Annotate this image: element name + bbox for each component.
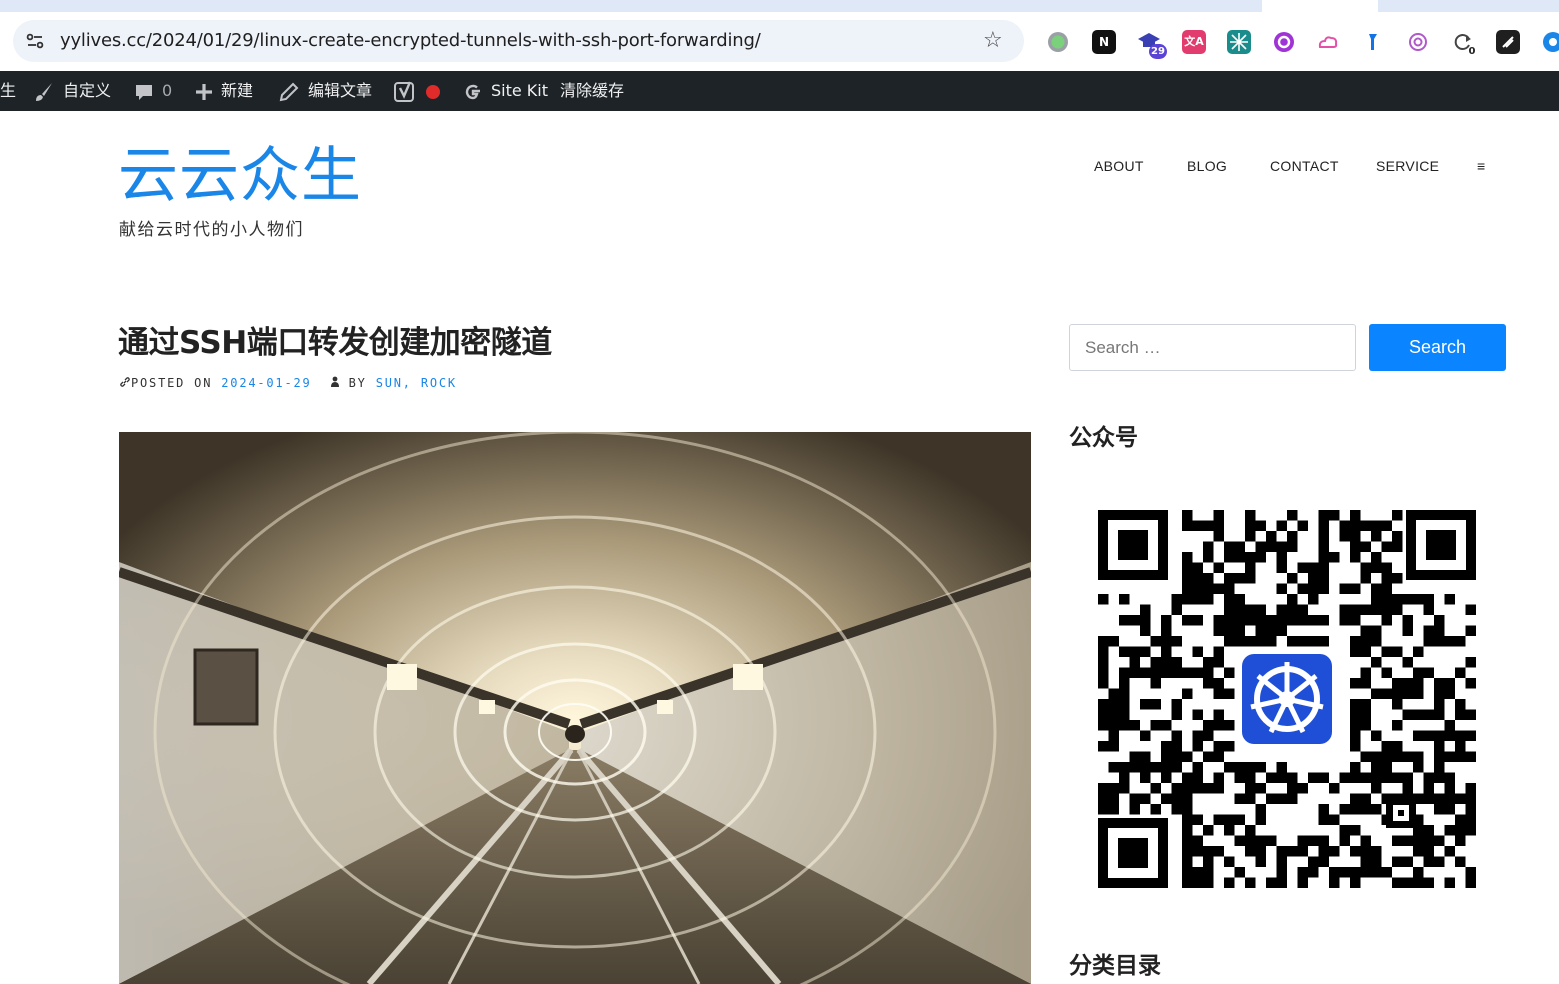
notion-icon[interactable]: N xyxy=(1092,30,1116,54)
seo-status-dot-icon xyxy=(426,84,440,99)
wechat-qr-code xyxy=(1098,510,1476,888)
green-dot-extension-icon[interactable] xyxy=(1046,30,1070,54)
site-description: 献给云时代的小人物们 xyxy=(119,220,304,240)
url-text[interactable]: yylives.cc/2024/01/29/linux-create-encry… xyxy=(60,30,761,51)
pencil-icon xyxy=(279,82,299,101)
pink-cloud-extension-icon[interactable] xyxy=(1316,30,1340,54)
tunnel-illustration xyxy=(119,432,1031,984)
adminbar-comments-count: 0 xyxy=(162,81,173,100)
graduation-cap-badge: 29 xyxy=(1149,44,1167,59)
address-bar[interactable]: yylives.cc/2024/01/29/linux-create-encry… xyxy=(13,20,1024,62)
adminbar-customize[interactable]: 自定义 xyxy=(33,71,111,111)
dark-tag-extension-icon[interactable] xyxy=(1496,30,1520,54)
nav-item-service[interactable]: SERVICE xyxy=(1376,158,1439,174)
featured-image-tunnel xyxy=(119,432,1031,984)
yoast-icon xyxy=(394,81,414,102)
kubernetes-logo-icon xyxy=(1237,649,1337,749)
wp-admin-bar: 生 自定义 0 新建 编辑文章 Site Kit 清除缓存 xyxy=(0,71,1559,111)
widget-title-categories: 分类目录 xyxy=(1069,953,1161,979)
adminbar-comments[interactable]: 0 xyxy=(134,71,172,111)
adminbar-customize-label: 自定义 xyxy=(63,81,112,100)
adminbar-sitekit[interactable]: Site Kit xyxy=(463,71,548,111)
openai-icon[interactable] xyxy=(1406,30,1430,54)
by-label: BY xyxy=(348,376,367,390)
adminbar-sitekit-label: Site Kit xyxy=(491,81,549,100)
nav-more-menu-icon[interactable]: ≡ xyxy=(1477,158,1485,174)
post-date-link[interactable]: 2024-01-29 xyxy=(221,376,311,390)
browser-tab-strip xyxy=(0,0,1559,12)
widget-title-wechat: 公众号 xyxy=(1069,425,1138,451)
plus-icon xyxy=(196,83,212,100)
adminbar-yoast[interactable] xyxy=(393,71,441,111)
adminbar-edit-post[interactable]: 编辑文章 xyxy=(278,71,372,111)
refresh-counter-icon[interactable]: 0 xyxy=(1451,30,1475,57)
adminbar-site-name[interactable]: 生 xyxy=(0,71,16,111)
adminbar-clear-cache[interactable]: 清除缓存 xyxy=(560,71,624,111)
nav-item-blog[interactable]: BLOG xyxy=(1187,158,1227,174)
blue-circle-extension-icon[interactable] xyxy=(1541,30,1559,54)
paintbrush-icon xyxy=(36,82,52,101)
comment-icon xyxy=(136,84,152,100)
search-input[interactable]: Search … xyxy=(1069,324,1356,371)
posted-on-label: POSTED ON xyxy=(131,376,213,390)
graduation-cap-icon[interactable]: 29 xyxy=(1137,30,1167,59)
site-info-icon[interactable] xyxy=(25,31,45,51)
author-icon xyxy=(330,376,339,387)
author-separator: , xyxy=(402,376,412,390)
adminbar-new-label: 新建 xyxy=(221,81,254,100)
qr-code-pattern xyxy=(1098,510,1476,888)
search-button[interactable]: Search xyxy=(1369,324,1506,371)
post-meta: POSTED ON 2024-01-29 BY SUN, ROCK xyxy=(119,376,457,390)
bookmark-star-icon[interactable]: ☆ xyxy=(983,29,1003,53)
nav-item-contact[interactable]: CONTACT xyxy=(1270,158,1339,174)
nav-item-about[interactable]: ABOUT xyxy=(1094,158,1144,174)
post-title: 通过SSH端口转发创建加密隧道 xyxy=(118,325,552,361)
blue-flag-extension-icon[interactable] xyxy=(1361,30,1385,54)
browser-toolbar: yylives.cc/2024/01/29/linux-create-encry… xyxy=(0,12,1559,71)
translate-icon-label: 文A xyxy=(1184,35,1204,48)
link-icon xyxy=(120,377,130,387)
translate-icon[interactable]: 文A xyxy=(1182,30,1206,54)
notion-icon-label: N xyxy=(1098,35,1110,49)
author-link-rock[interactable]: ROCK xyxy=(421,376,457,390)
author-link-sun[interactable]: SUN xyxy=(376,376,403,390)
adminbar-edit-post-label: 编辑文章 xyxy=(308,81,373,100)
google-g-icon xyxy=(465,84,480,99)
adminbar-new[interactable]: 新建 xyxy=(195,71,253,111)
refresh-counter-badge: 0 xyxy=(1468,46,1476,57)
active-tab[interactable] xyxy=(1262,0,1378,12)
site-title[interactable]: 云云众生 xyxy=(118,140,362,212)
purple-dollar-extension-icon[interactable] xyxy=(1272,30,1296,54)
teal-grid-extension-icon[interactable] xyxy=(1227,30,1251,54)
